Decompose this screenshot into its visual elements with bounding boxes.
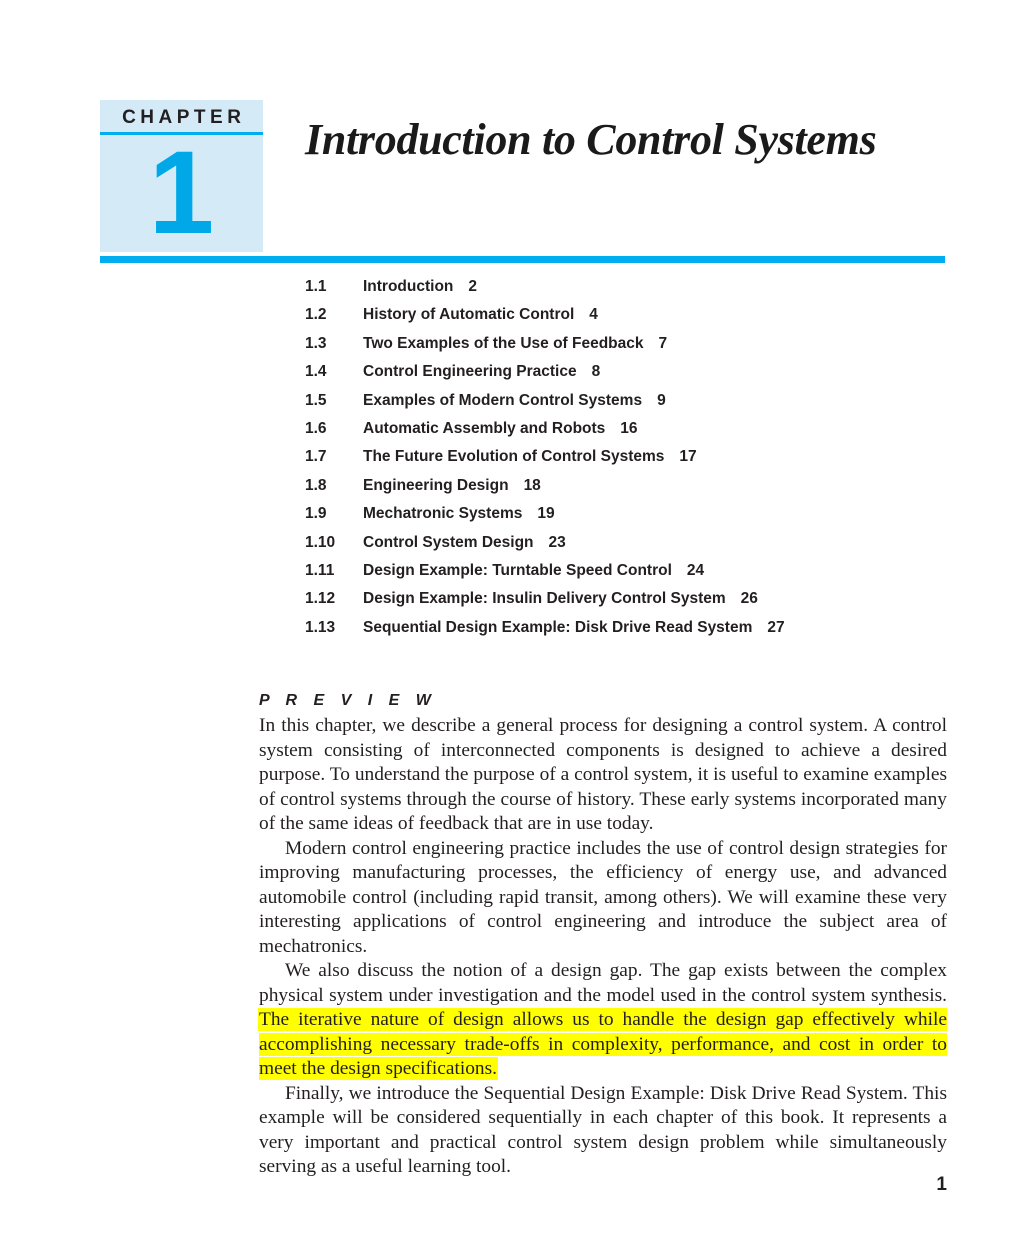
toc-entry-page: 17 bbox=[679, 448, 697, 466]
preview-paragraph-1: In this chapter, we describe a general p… bbox=[259, 715, 947, 834]
page-folio: 1 bbox=[936, 1174, 947, 1195]
toc-entry-page: 26 bbox=[740, 590, 758, 608]
preview-paragraph-4: Finally, we introduce the Sequential Des… bbox=[259, 1082, 947, 1178]
toc-entry-number: 1.2 bbox=[305, 306, 327, 324]
toc-entry-page: 16 bbox=[620, 419, 638, 437]
toc-entry[interactable]: 1.13 Sequential Design Example: Disk Driv… bbox=[305, 614, 955, 642]
preview-heading: P R E V I E W bbox=[259, 692, 437, 709]
chapter-label: CHAPTER bbox=[122, 107, 246, 128]
chapter-number: 1 bbox=[148, 127, 215, 259]
toc-entry-page: 4 bbox=[589, 306, 598, 324]
preview-paragraph-2: Modern control engineering practice incl… bbox=[259, 837, 947, 957]
toc-entry[interactable]: 1.1 Introduction 2 bbox=[305, 273, 955, 301]
chapter-badge: CHAPTER 1 bbox=[100, 100, 263, 252]
toc-entry[interactable]: 1.2 History of Automatic Control 4 bbox=[305, 301, 955, 329]
toc-entry-number: 1.13 bbox=[305, 618, 336, 636]
toc-entry-page: 2 bbox=[468, 278, 478, 295]
toc-entry-number: 1.10 bbox=[305, 533, 336, 551]
toc-entry-number: 1.11 bbox=[305, 561, 335, 579]
toc-entry-title: The Future Evolution of Control Systems bbox=[363, 448, 665, 466]
highlighted-passage: The iterative nature of design allows us… bbox=[259, 1009, 947, 1079]
toc-entry-page: 27 bbox=[767, 618, 785, 636]
toc-entry[interactable]: 1.12 Design Example: Insulin Delivery Con… bbox=[305, 585, 955, 613]
toc-entry-number: 1.6 bbox=[305, 419, 327, 437]
toc-entry-number: 1.5 bbox=[305, 391, 327, 409]
toc-entry[interactable]: 1.4 Control Engineering Practice 8 bbox=[305, 358, 955, 386]
page-title: Introduction to Control Systems bbox=[305, 115, 877, 164]
toc-entry-page: 9 bbox=[657, 391, 666, 409]
table-of-contents: 1.1 Introduction 2 1.2 History of Automatic … bbox=[305, 273, 955, 642]
toc-entry-number: 1.3 bbox=[305, 334, 327, 352]
toc-entry-title: Introduction bbox=[363, 278, 454, 295]
toc-entry-number: 1.4 bbox=[305, 363, 327, 381]
toc-entry[interactable]: 1.7 The Future Evolution of Control Syste… bbox=[305, 443, 955, 471]
toc-entry[interactable]: 1.10 Control System Design 23 bbox=[305, 529, 955, 557]
toc-entry-title: Control System Design bbox=[363, 533, 534, 551]
toc-entry-number: 1.8 bbox=[305, 476, 327, 494]
preview-body: In this chapter, we describe a general p… bbox=[259, 714, 947, 1180]
toc-entry-title: Sequential Design Example: Disk Drive Re… bbox=[363, 618, 753, 636]
toc-entry[interactable]: 1.11 Design Example: Turntable Speed Cont… bbox=[305, 557, 955, 585]
toc-entry[interactable]: 1.3 Two Examples of the Use of Feedback 7 bbox=[305, 330, 955, 358]
toc-entry-title: Two Examples of the Use of Feedback bbox=[363, 334, 644, 352]
toc-entry-title: Control Engineering Practice bbox=[363, 363, 577, 381]
chapter-header: CHAPTER 1 Introduction to Control System… bbox=[0, 0, 1020, 270]
preview-paragraph-3-text: We also discuss the notion of a design g… bbox=[259, 960, 947, 1006]
toc-entry[interactable]: 1.6 Automatic Assembly and Robots 16 bbox=[305, 415, 955, 443]
toc-entry[interactable]: 1.5 Examples of Modern Control Systems 9 bbox=[305, 387, 955, 415]
toc-entry-number: 1.12 bbox=[305, 590, 336, 608]
toc-entry-page: 18 bbox=[523, 476, 541, 494]
toc-entry-title: Examples of Modern Control Systems bbox=[363, 391, 643, 409]
toc-entry-number: 1.1 bbox=[305, 278, 327, 295]
toc-entry[interactable]: 1.8 Engineering Design 18 bbox=[305, 472, 955, 500]
toc-entry-page: 7 bbox=[658, 334, 668, 352]
toc-entry-page: 23 bbox=[548, 533, 566, 551]
toc-entry-number: 1.7 bbox=[305, 448, 327, 466]
toc-entry-title: Mechatronic Systems bbox=[363, 505, 523, 523]
header-accent-rule bbox=[100, 256, 945, 263]
toc-entry-number: 1.9 bbox=[305, 505, 327, 523]
toc-entry[interactable]: 1.9 Mechatronic Systems 19 bbox=[305, 500, 955, 528]
toc-entry-title: History of Automatic Control bbox=[363, 306, 575, 324]
toc-entry-title: Design Example: Insulin Delivery Control… bbox=[363, 590, 726, 608]
preview-paragraph-3: We also discuss the notion of a design g… bbox=[259, 959, 947, 1082]
toc-entry-title: Automatic Assembly and Robots bbox=[363, 419, 606, 437]
toc-entry-title: Design Example: Turntable Speed Control bbox=[363, 561, 672, 579]
toc-entry-page: 24 bbox=[686, 561, 705, 579]
toc-entry-title: Engineering Design bbox=[363, 476, 509, 494]
toc-entry-page: 8 bbox=[591, 363, 601, 381]
toc-entry-page: 19 bbox=[537, 505, 555, 523]
